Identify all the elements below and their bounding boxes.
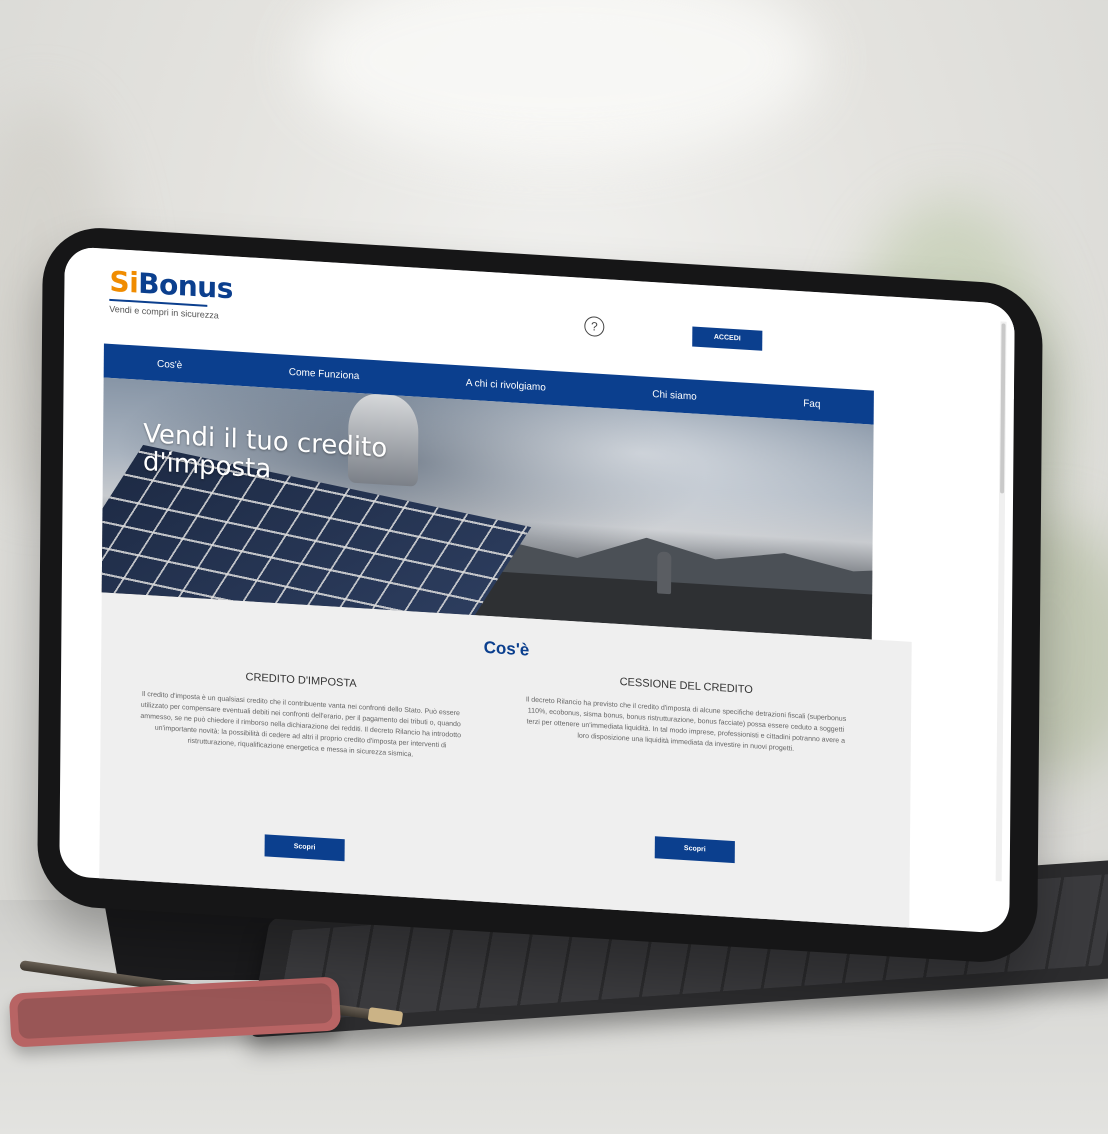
nav-item-chi-siamo[interactable]: Chi siamo	[652, 389, 697, 403]
nav-item-a-chi-ci-rivolgiamo[interactable]: A chi ci rivolgiamo	[466, 377, 546, 393]
column-text: Il credito d'imposta è un qualsiasi cred…	[140, 690, 462, 759]
column-text: Il decreto Rilancio ha previsto che il c…	[525, 696, 847, 753]
nav-item-faq[interactable]: Faq	[803, 398, 820, 410]
tablet-screen: SiBonus Vendi e compri in sicurezza ? AC…	[59, 246, 1015, 934]
scopri-button-cessione[interactable]: Scopri	[654, 836, 735, 864]
login-button[interactable]: ACCEDI	[692, 326, 763, 351]
background-window-light	[300, 0, 820, 160]
scopri-button-credito[interactable]: Scopri	[264, 834, 345, 862]
nav-item-cose[interactable]: Cos'è	[157, 358, 182, 371]
phone-glass	[17, 982, 333, 1040]
worker-figure-distant	[657, 551, 672, 595]
logo-tagline: Vendi e compri in sicurezza	[109, 303, 219, 321]
logo-wordmark: SiBonus	[109, 264, 234, 306]
logo-si: Si	[109, 264, 139, 300]
cose-section: Cos'è CREDITO D'IMPOSTA Il credito d'imp…	[99, 592, 912, 932]
help-icon[interactable]: ?	[584, 315, 605, 338]
nav-item-come-funziona[interactable]: Come Funziona	[289, 366, 360, 381]
site-logo[interactable]: SiBonus Vendi e compri in sicurezza	[109, 264, 234, 322]
logo-bonus: Bonus	[138, 266, 234, 306]
cessione-credito-column: CESSIONE DEL CREDITO Il decreto Rilancio…	[521, 670, 852, 758]
credito-imposta-column: CREDITO D'IMPOSTA Il credito d'imposta è…	[135, 664, 466, 763]
